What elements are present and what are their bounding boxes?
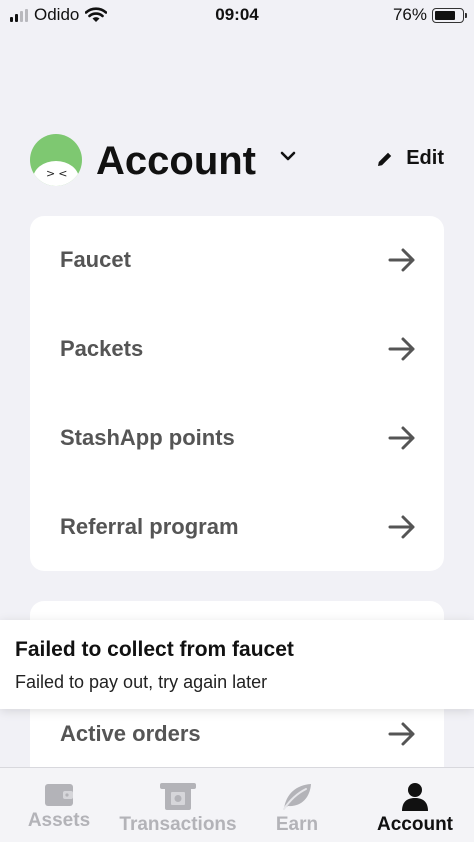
- toast-message: Failed to pay out, try again later: [15, 672, 268, 692]
- menu-item-label: StashApp points: [60, 425, 235, 450]
- page-title[interactable]: Account: [96, 137, 256, 185]
- edit-button[interactable]: Edit: [376, 147, 444, 170]
- menu-item-faucet[interactable]: Faucet: [30, 216, 444, 304]
- menu-item-packets[interactable]: Packets: [30, 305, 444, 393]
- menu-item-stashapp-points[interactable]: StashApp points: [30, 394, 444, 482]
- menu-item-label: Active orders: [60, 721, 201, 746]
- tab-earn[interactable]: Earn: [262, 782, 332, 836]
- avatar-eyes-icon: ><: [46, 167, 71, 180]
- avatar[interactable]: ><: [30, 134, 82, 186]
- battery-icon: [432, 7, 467, 23]
- person-icon: [402, 783, 428, 811]
- receipt-icon: [160, 783, 196, 810]
- chevron-down-icon[interactable]: [280, 150, 296, 162]
- error-toast[interactable]: Failed to collect from faucet Failed to …: [0, 620, 474, 709]
- menu-item-label: Referral program: [60, 514, 239, 539]
- battery-percent: 76%: [392, 5, 427, 24]
- arrow-right-icon: [388, 248, 415, 272]
- wallet-icon: [45, 784, 73, 806]
- tab-transactions[interactable]: Transactions: [112, 782, 244, 836]
- leaf-icon: [283, 784, 311, 810]
- pencil-icon: [378, 152, 392, 166]
- toast-title: Failed to collect from faucet: [15, 638, 294, 661]
- status-right: 76%: [392, 5, 467, 25]
- arrow-right-icon: [388, 426, 415, 450]
- arrow-right-icon: [388, 722, 415, 746]
- account-header: >< Account Edit: [30, 133, 450, 189]
- tab-account[interactable]: Account: [370, 782, 460, 836]
- tab-label: Assets: [27, 810, 91, 831]
- tab-label: Earn: [275, 814, 319, 835]
- tab-label: Transactions: [119, 814, 237, 835]
- arrow-right-icon: [388, 337, 415, 361]
- account-menu-card: Faucet Packets StashApp points Referral …: [30, 216, 444, 571]
- tab-label: Account: [377, 814, 453, 835]
- tab-assets[interactable]: Assets: [22, 782, 96, 832]
- arrow-right-icon: [388, 515, 415, 539]
- edit-label: Edit: [406, 147, 444, 169]
- status-bar: Odido 09:04 76%: [0, 0, 474, 32]
- menu-item-label: Packets: [60, 336, 144, 361]
- menu-item-referral-program[interactable]: Referral program: [30, 483, 444, 571]
- menu-item-label: Faucet: [60, 247, 131, 272]
- tab-bar: Assets Transactions Earn Account: [0, 767, 474, 842]
